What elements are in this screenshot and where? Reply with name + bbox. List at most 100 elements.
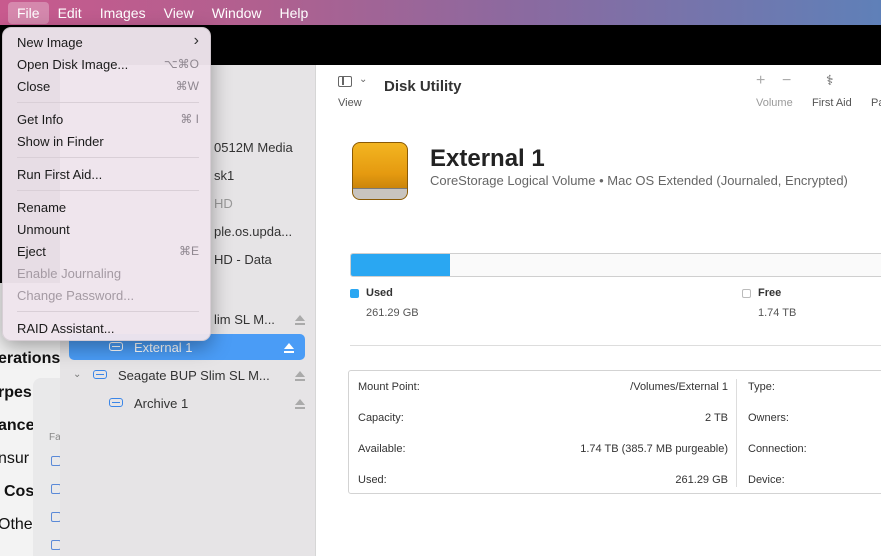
sidebar-item-archive-1[interactable]: Archive 1 xyxy=(60,390,316,416)
menu-images[interactable]: Images xyxy=(91,2,155,24)
info-value: 1.74 TB (385.7 MB purgeable) xyxy=(580,442,728,455)
free-label: Free xyxy=(758,287,782,299)
used-label: Used xyxy=(366,287,393,299)
sidebar-item-label: ple.os.upda... xyxy=(214,223,293,239)
volume-button[interactable]: Volume xyxy=(756,97,793,109)
menu-item-label: New Image xyxy=(17,35,83,50)
info-row: Available: 1.74 TB (385.7 MB purgeable) xyxy=(358,433,728,464)
menu-item-label: Enable Journaling xyxy=(17,266,122,281)
usage-bar-used xyxy=(351,254,450,276)
info-key: Used: xyxy=(358,473,387,486)
sidebar-item-seagate-2[interactable]: ⌄ Seagate BUP Slim SL M... xyxy=(60,362,316,388)
chevron-right-icon: › xyxy=(193,32,199,49)
menu-window[interactable]: Window xyxy=(203,2,271,24)
info-value: /Volumes/External 1 xyxy=(630,380,728,393)
used-swatch xyxy=(350,289,359,298)
info-key: Device: xyxy=(748,474,785,486)
info-value: 2 TB xyxy=(704,411,728,424)
add-icon[interactable]: + xyxy=(756,72,765,90)
usage-bar xyxy=(350,253,881,277)
menu-help[interactable]: Help xyxy=(271,2,318,24)
used-value: 261.29 GB xyxy=(366,307,419,319)
info-key: Owners: xyxy=(748,412,789,424)
bg-favorites-label: Fa xyxy=(49,432,61,443)
menu-separator xyxy=(17,102,199,103)
menu-view[interactable]: View xyxy=(155,2,203,24)
eject-icon[interactable] xyxy=(284,343,294,353)
sidebar-item-label: HD xyxy=(214,195,233,211)
menu-item-label: Show in Finder xyxy=(17,134,104,149)
external-drive-icon xyxy=(352,142,408,200)
info-row: Mount Point: /Volumes/External 1 xyxy=(358,371,728,402)
menu-separator xyxy=(17,157,199,158)
disk-icon xyxy=(93,370,107,379)
bg-label: nsur xyxy=(0,450,30,467)
info-key: Capacity: xyxy=(358,411,404,424)
sidebar-item-label: HD - Data xyxy=(214,251,272,267)
menu-edit[interactable]: Edit xyxy=(49,2,91,24)
free-value: 1.74 TB xyxy=(758,307,797,319)
menu-item-unmount[interactable]: Unmount xyxy=(17,222,199,237)
menu-item-run-first-aid[interactable]: Run First Aid... xyxy=(17,167,199,182)
menu-item-show-in-finder[interactable]: Show in Finder xyxy=(17,134,199,149)
menu-item-eject[interactable]: Eject ⌘E xyxy=(17,244,199,259)
menu-item-label: RAID Assistant... xyxy=(17,321,115,336)
menu-item-label: Get Info xyxy=(17,112,64,127)
eject-icon[interactable] xyxy=(295,315,305,325)
remove-icon[interactable]: − xyxy=(782,72,791,90)
menu-item-label: Eject xyxy=(17,244,46,259)
volume-icon xyxy=(109,398,123,407)
first-aid-button[interactable]: First Aid xyxy=(812,97,852,109)
menu-item-change-password: Change Password... xyxy=(17,288,199,303)
volume-icon xyxy=(109,342,123,351)
menu-item-open-disk-image[interactable]: Open Disk Image... ⌥⌘O xyxy=(17,57,199,72)
eject-icon[interactable] xyxy=(295,399,305,409)
shortcut: ⌘W xyxy=(175,79,199,93)
info-key: Type: xyxy=(748,381,775,393)
divider xyxy=(350,345,881,346)
sidebar-item-label: Seagate BUP Slim SL M... xyxy=(118,367,270,383)
menu-file[interactable]: File xyxy=(8,1,49,24)
free-swatch xyxy=(742,289,751,298)
chevron-down-icon[interactable]: ⌄ xyxy=(359,74,367,85)
main-content: External 1 CoreStorage Logical Volume • … xyxy=(316,115,881,556)
volume-description: CoreStorage Logical Volume • Mac OS Exte… xyxy=(430,173,848,188)
eject-icon[interactable] xyxy=(295,371,305,381)
menu-bar: File Edit Images View Window Help xyxy=(0,0,881,25)
menu-item-label: Open Disk Image... xyxy=(17,57,129,72)
view-label: View xyxy=(338,97,362,109)
sidebar-item-label: External 1 xyxy=(134,339,193,355)
menu-item-label: Run First Aid... xyxy=(17,167,103,182)
menu-item-get-info[interactable]: Get Info ⌘ I xyxy=(17,112,199,127)
bg-label: Othe xyxy=(0,516,33,533)
menu-item-enable-journaling: Enable Journaling xyxy=(17,266,199,281)
menu-item-new-image[interactable]: New Image › xyxy=(17,32,199,50)
sidebar-item-label: sk1 xyxy=(214,167,235,183)
menu-item-close[interactable]: Close ⌘W xyxy=(17,79,199,94)
info-key: Available: xyxy=(358,442,406,455)
shortcut: ⌘E xyxy=(178,244,199,258)
sidebar-view-icon[interactable] xyxy=(338,76,352,87)
bg-label: ance xyxy=(0,417,35,434)
shortcut: ⌥⌘O xyxy=(163,57,199,71)
sidebar-item-label: 0512M Media xyxy=(214,139,293,155)
info-key: Connection: xyxy=(748,443,807,455)
chevron-down-icon[interactable]: ⌄ xyxy=(73,369,81,380)
sidebar-item-label: lim SL M... xyxy=(214,311,275,327)
info-table: Mount Point: /Volumes/External 1 Capacit… xyxy=(348,370,881,494)
info-row: Capacity: 2 TB xyxy=(358,402,728,433)
shortcut: ⌘ I xyxy=(180,112,199,126)
menu-item-raid-assistant[interactable]: RAID Assistant... xyxy=(17,321,199,336)
menu-item-label: Change Password... xyxy=(17,288,135,303)
info-key: Mount Point: xyxy=(358,380,420,393)
volume-name: External 1 xyxy=(430,145,545,172)
partition-button[interactable]: Pa xyxy=(871,97,881,109)
sidebar-item-label: Archive 1 xyxy=(134,395,189,411)
stethoscope-icon[interactable]: ⚕ xyxy=(826,72,834,89)
menu-separator xyxy=(17,190,199,191)
menu-separator xyxy=(17,311,199,312)
info-divider xyxy=(736,379,737,487)
menu-item-rename[interactable]: Rename xyxy=(17,200,199,215)
bg-label: Cos xyxy=(4,483,35,500)
menu-item-label: Close xyxy=(17,79,51,94)
